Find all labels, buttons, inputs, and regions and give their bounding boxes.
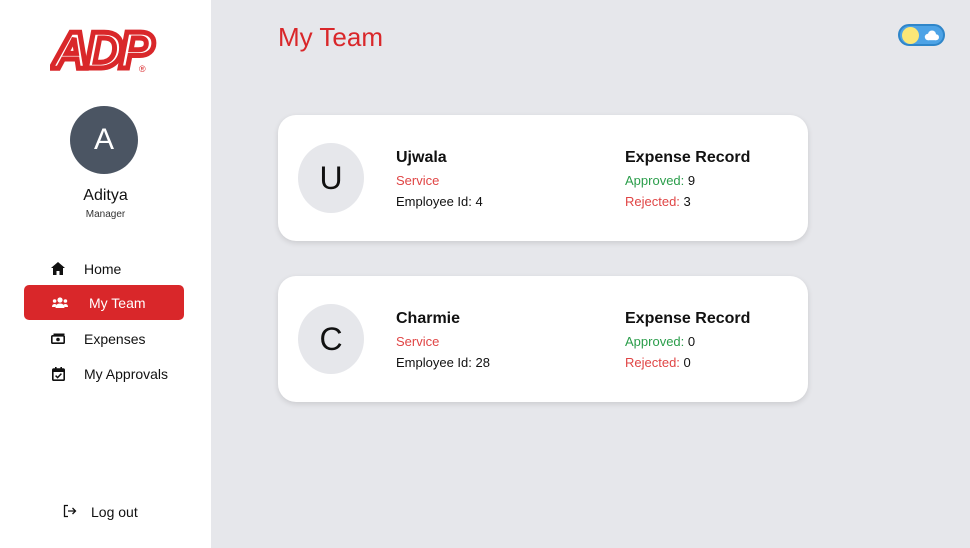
rejected-value: 0 [683,355,691,370]
approved-count: Approved: 9 [625,173,695,188]
money-icon [50,331,66,347]
nav-label-home: Home [84,260,122,277]
member-initial: U [319,159,343,196]
cloud-icon [924,30,939,41]
member-avatar: U [298,143,364,213]
nav-item-home[interactable]: Home [24,251,184,286]
team-member-card[interactable]: C Charmie Service Employee Id: 28 Expens… [278,276,808,402]
approved-count: Approved: 0 [625,334,695,349]
rejected-count: Rejected: 3 [625,194,691,209]
member-name: Charmie [396,310,461,327]
expense-record-title: Expense Record [625,310,751,327]
team-member-card[interactable]: U Ujwala Service Employee Id: 4 Expense … [278,115,808,241]
user-name: Aditya [83,187,128,204]
calendar-check-icon [50,366,66,382]
logout-label: Log out [91,504,138,520]
member-department: Service [396,334,440,349]
svg-text:®: ® [139,64,146,74]
member-name: Ujwala [396,149,447,166]
user-avatar[interactable]: A [70,106,138,174]
rejected-label: Rejected: [625,194,680,209]
member-department: Service [396,173,440,188]
rejected-label: Rejected: [625,355,680,370]
approved-value: 0 [687,334,696,349]
nav-label-expenses: Expenses [84,330,146,347]
approved-label: Approved: [625,173,685,188]
nav-label-my-team: My Team [89,294,146,311]
sun-icon [902,27,919,44]
nav-item-my-approvals[interactable]: My Approvals [24,356,184,391]
user-initial: A [93,123,114,156]
adp-logo: ADP ® [50,20,160,75]
user-role: Manager [85,209,126,220]
rejected-count: Rejected: 0 [625,355,691,370]
home-icon [50,261,66,277]
member-employee-id: Employee Id: 28 [396,355,490,370]
approved-value: 9 [687,173,696,188]
approved-label: Approved: [625,334,685,349]
member-avatar: C [298,304,364,374]
member-initial: C [319,320,343,357]
logout-button[interactable]: Log out [63,504,138,520]
nav-item-expenses[interactable]: Expenses [24,321,184,356]
rejected-value: 3 [683,194,691,209]
member-employee-id: Employee Id: 4 [396,194,483,209]
logout-icon [63,504,79,520]
theme-toggle[interactable] [898,24,945,46]
nav-item-my-team[interactable]: My Team [24,285,184,320]
nav-label-my-approvals: My Approvals [84,365,169,382]
team-icon [52,295,68,311]
page-title: My Team [278,22,383,52]
sidebar: ADP ® A Aditya Manager Home My Team Expe… [0,0,211,548]
expense-record-title: Expense Record [625,149,751,166]
